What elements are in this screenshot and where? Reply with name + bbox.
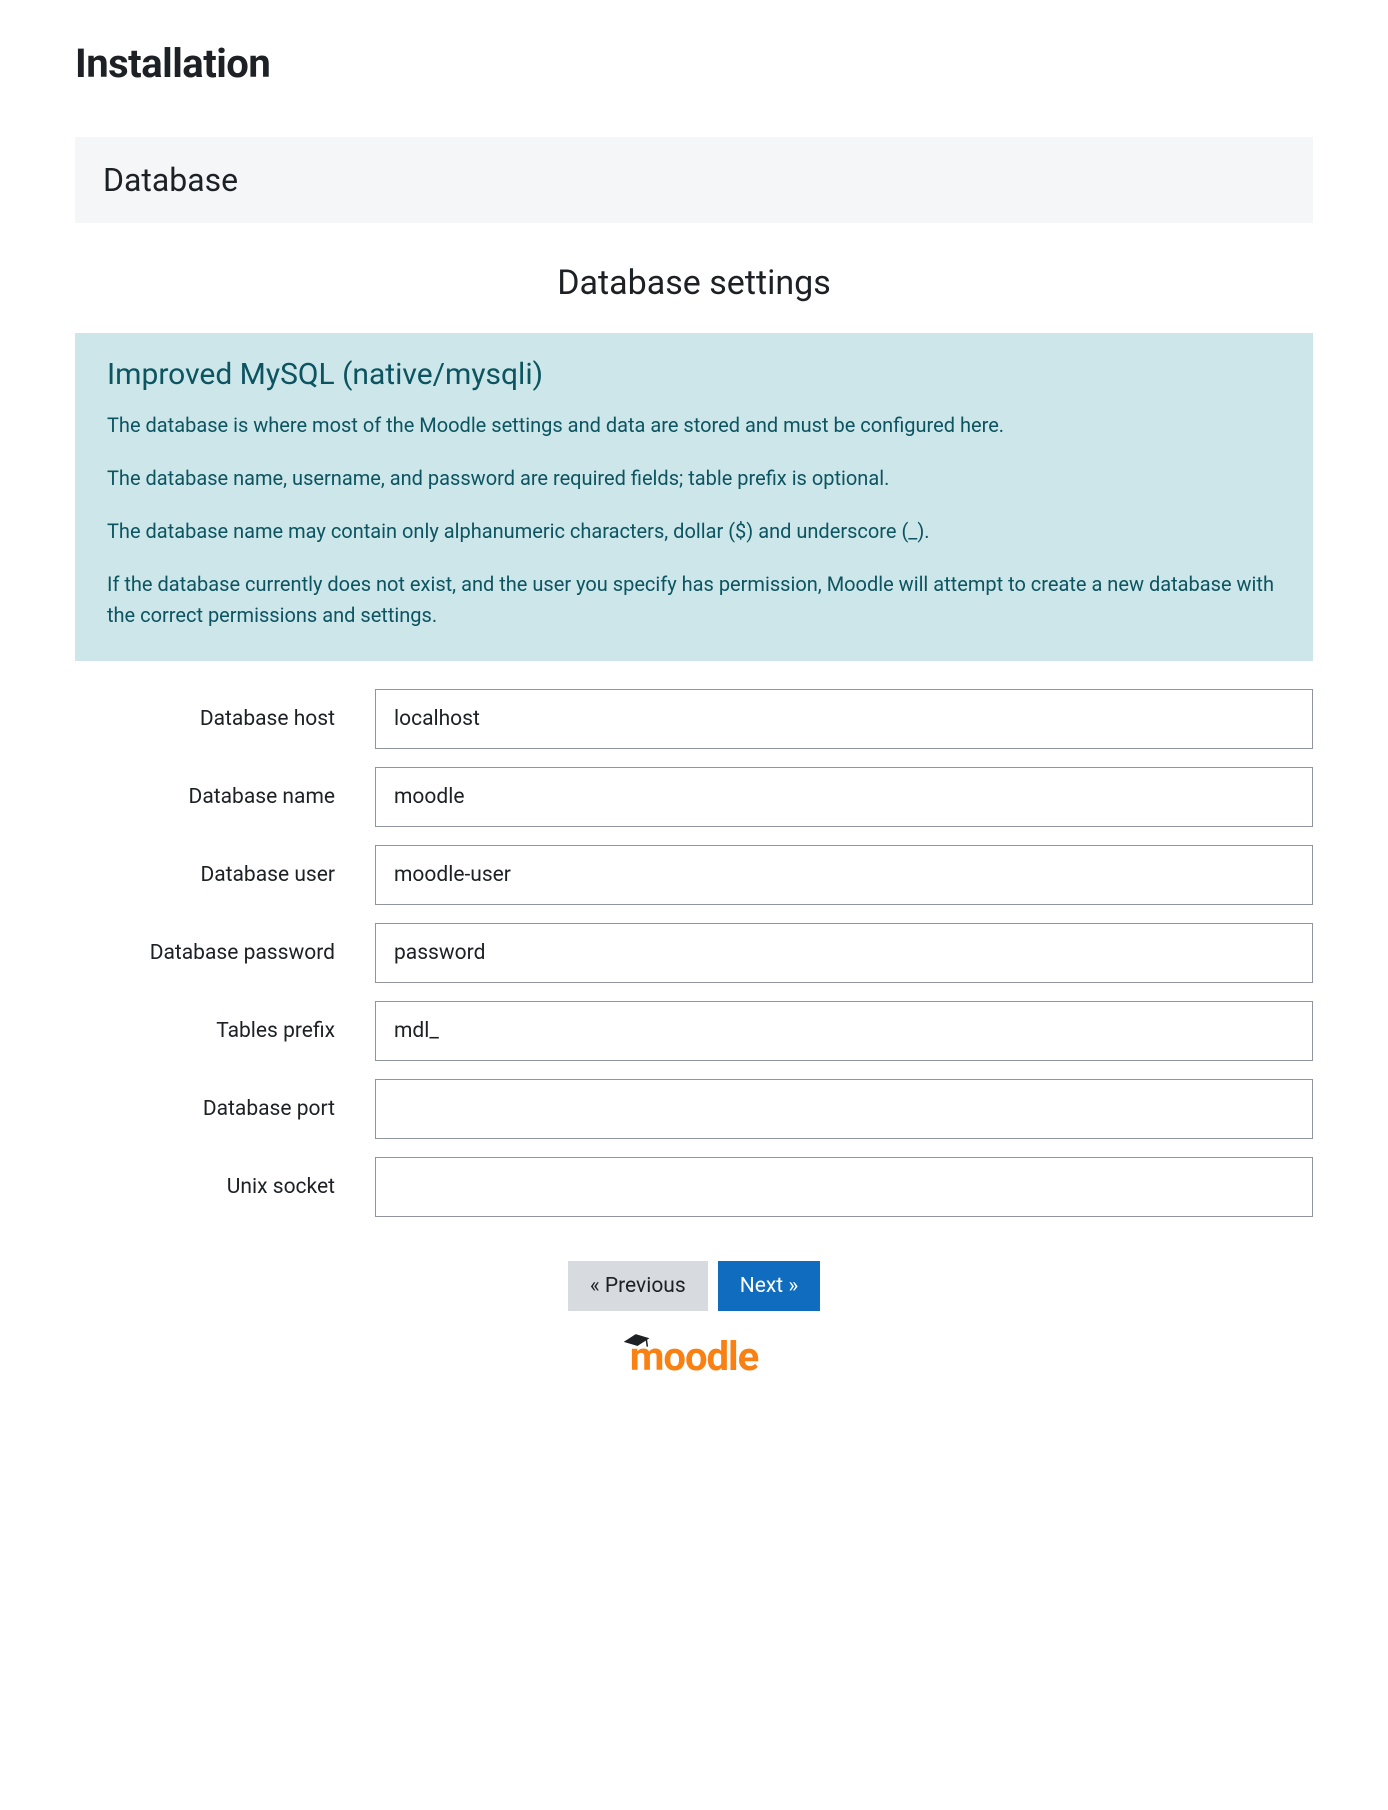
section-title: Database settings xyxy=(75,263,1313,303)
previous-button[interactable]: « Previous xyxy=(568,1261,708,1311)
input-db-user[interactable] xyxy=(375,845,1313,905)
label-db-port: Database port xyxy=(75,1097,375,1121)
form-row-db-user: Database user xyxy=(75,845,1313,905)
label-db-name: Database name xyxy=(75,785,375,809)
form-row-db-host: Database host xyxy=(75,689,1313,749)
input-unix-socket[interactable] xyxy=(375,1157,1313,1217)
footer-logo: moodle xyxy=(75,1333,1313,1380)
label-db-password: Database password xyxy=(75,941,375,965)
navigation-buttons: « Previous Next » xyxy=(75,1261,1313,1311)
info-paragraph: The database name may contain only alpha… xyxy=(107,516,1281,547)
label-db-user: Database user xyxy=(75,863,375,887)
info-paragraph: If the database currently does not exist… xyxy=(107,569,1281,631)
moodle-logo: moodle xyxy=(630,1333,759,1380)
form-row-unix-socket: Unix socket xyxy=(75,1157,1313,1217)
input-db-host[interactable] xyxy=(375,689,1313,749)
database-info-box: Improved MySQL (native/mysqli) The datab… xyxy=(75,333,1313,661)
next-button[interactable]: Next » xyxy=(718,1261,820,1311)
page-title: Installation xyxy=(75,40,1313,87)
form-row-tables-prefix: Tables prefix xyxy=(75,1001,1313,1061)
form-row-db-port: Database port xyxy=(75,1079,1313,1139)
form-row-db-password: Database password xyxy=(75,923,1313,983)
input-tables-prefix[interactable] xyxy=(375,1001,1313,1061)
input-db-password[interactable] xyxy=(375,923,1313,983)
input-db-name[interactable] xyxy=(375,767,1313,827)
form-row-db-name: Database name xyxy=(75,767,1313,827)
label-tables-prefix: Tables prefix xyxy=(75,1019,375,1043)
info-paragraph: The database is where most of the Moodle… xyxy=(107,410,1281,441)
label-unix-socket: Unix socket xyxy=(75,1175,375,1199)
label-db-host: Database host xyxy=(75,707,375,731)
info-paragraph: The database name, username, and passwor… xyxy=(107,463,1281,494)
input-db-port[interactable] xyxy=(375,1079,1313,1139)
database-driver-heading: Improved MySQL (native/mysqli) xyxy=(107,357,1281,392)
panel-heading: Database xyxy=(75,137,1313,223)
graduation-cap-icon xyxy=(622,1329,651,1356)
